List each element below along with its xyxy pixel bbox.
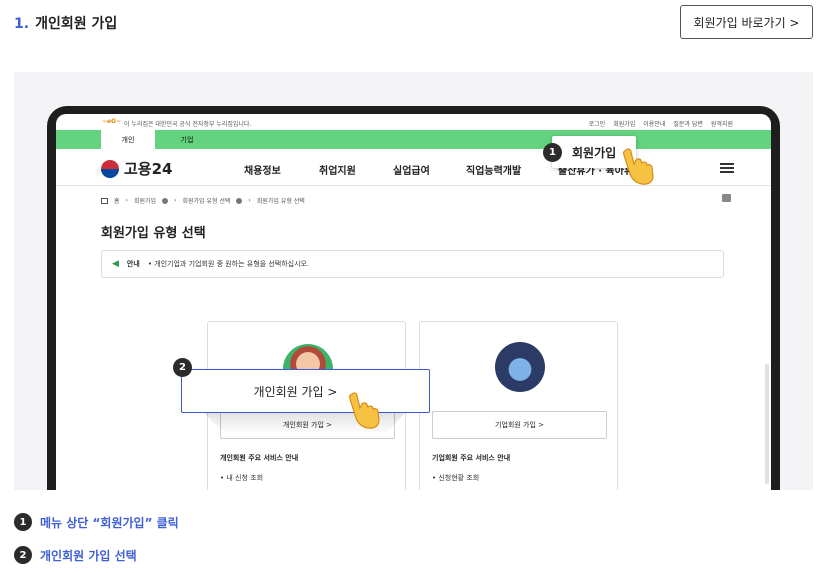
- step-2-badge: 2: [14, 546, 32, 564]
- page-title: 회원가입 유형 선택: [101, 226, 206, 241]
- personal-service-item: • 내 신청 조회: [220, 474, 264, 482]
- callout-signup-label: 회원가입: [572, 145, 617, 160]
- business-service-item: • 신청현황 조회: [432, 474, 480, 482]
- business-services-title: 기업회원 주요 서비스 안내: [432, 454, 511, 462]
- pointing-hand-icon: [349, 392, 380, 429]
- business-signup-button[interactable]: 기업회원 가입 >: [432, 411, 607, 439]
- remote-support-link[interactable]: 원격지원: [711, 119, 733, 128]
- callout-personal-label: 개인회원 가입 >: [253, 384, 338, 399]
- gov-banner: ~eG~ 이 누리집은 대한민국 공식 전자정부 누리집입니다. 로그인 회원가…: [56, 114, 771, 130]
- notice-box: ◀ 안내 • 개인기업과 기업회원 중 원하는 유형을 선택하십시오.: [101, 250, 724, 278]
- step-2-text: 개인회원 가입 선택: [40, 548, 137, 563]
- callout-badge-2: 2: [173, 358, 192, 377]
- taegeuk-icon: [101, 159, 119, 178]
- scrollbar[interactable]: [765, 364, 769, 484]
- laptop-frame: ~eG~ 이 누리집은 대한민국 공식 전자정부 누리집입니다. 로그인 회원가…: [47, 106, 780, 490]
- personal-services-title: 개인회원 주요 서비스 안내: [220, 454, 299, 462]
- megaphone-icon: ◀: [112, 259, 119, 269]
- home-icon: [101, 197, 108, 204]
- nav-unemployment[interactable]: 실업급여: [393, 162, 430, 177]
- step-2: 2 개인회원 가입 선택: [14, 546, 137, 564]
- site-header: 고용24 채용정보 취업지원 실업급여 직업능력개발 출산휴가 · 육아휴: [56, 149, 771, 186]
- breadcrumb: 홈 › 회원가입 › 회원가입 유형 선택 › 회원가입 유형 선택: [101, 196, 305, 205]
- breadcrumb-current: 회원가입 유형 선택: [256, 198, 305, 205]
- egov-logo-icon: ~eG~: [102, 118, 122, 125]
- gov-notice: 이 누리집은 대한민국 공식 전자정부 누리집입니다.: [124, 121, 252, 128]
- building-icon: [495, 342, 545, 392]
- notice-label: 안내: [126, 260, 140, 268]
- nav-employment-support[interactable]: 취업지원: [319, 162, 356, 177]
- print-icon[interactable]: [722, 194, 731, 202]
- step-1-badge: 1: [14, 513, 32, 531]
- site-logo[interactable]: 고용24: [101, 158, 172, 179]
- hamburger-menu-icon[interactable]: [720, 163, 734, 173]
- step-1: 1 메뉴 상단 “회원가입” 클릭: [14, 513, 179, 531]
- utility-links: 로그인 회원가입 이용안내 질문과 답변 원격지원: [589, 119, 733, 128]
- tab-business[interactable]: 기업: [160, 130, 214, 149]
- breadcrumb-type[interactable]: 회원가입 유형 선택: [182, 196, 230, 205]
- breadcrumb-signup[interactable]: 회원가입: [134, 196, 156, 205]
- website-screen: ~eG~ 이 누리집은 대한민국 공식 전자정부 누리집입니다. 로그인 회원가…: [56, 114, 771, 490]
- pointing-hand-icon: [623, 148, 654, 185]
- section-title-text: 개인회원 가입: [35, 16, 118, 32]
- step-1-text: 메뉴 상단 “회원가입” 클릭: [40, 515, 179, 530]
- signup-shortcut-button[interactable]: 회원가입 바로가기 >: [680, 5, 813, 39]
- qna-link[interactable]: 질문과 답변: [673, 119, 703, 128]
- notice-text: • 개인기업과 기업회원 중 원하는 유형을 선택하십시오.: [147, 260, 310, 268]
- tab-personal[interactable]: 개인: [101, 130, 155, 149]
- breadcrumb-dropdown-icon[interactable]: [236, 197, 243, 204]
- section-title: 1. 개인회원 가입: [14, 13, 117, 33]
- breadcrumb-home[interactable]: 홈: [114, 196, 120, 205]
- business-member-card: 기업회원 가입 > 기업회원 주요 서비스 안내 • 신청현황 조회: [419, 321, 618, 490]
- nav-training[interactable]: 직업능력개발: [466, 162, 521, 177]
- screenshot-panel: ~eG~ 이 누리집은 대한민국 공식 전자정부 누리집입니다. 로그인 회원가…: [14, 72, 813, 490]
- signup-link[interactable]: 회원가입: [613, 119, 635, 128]
- callout-badge-1: 1: [543, 143, 562, 162]
- breadcrumb-dropdown-icon[interactable]: [162, 197, 169, 204]
- nav-jobs[interactable]: 채용정보: [244, 162, 281, 177]
- guide-link[interactable]: 이용안내: [643, 119, 665, 128]
- section-number: 1.: [14, 16, 30, 32]
- logo-text: 고용24: [124, 160, 173, 178]
- callout-personal-signup: 개인회원 가입 >: [181, 369, 430, 413]
- login-link[interactable]: 로그인: [589, 119, 606, 128]
